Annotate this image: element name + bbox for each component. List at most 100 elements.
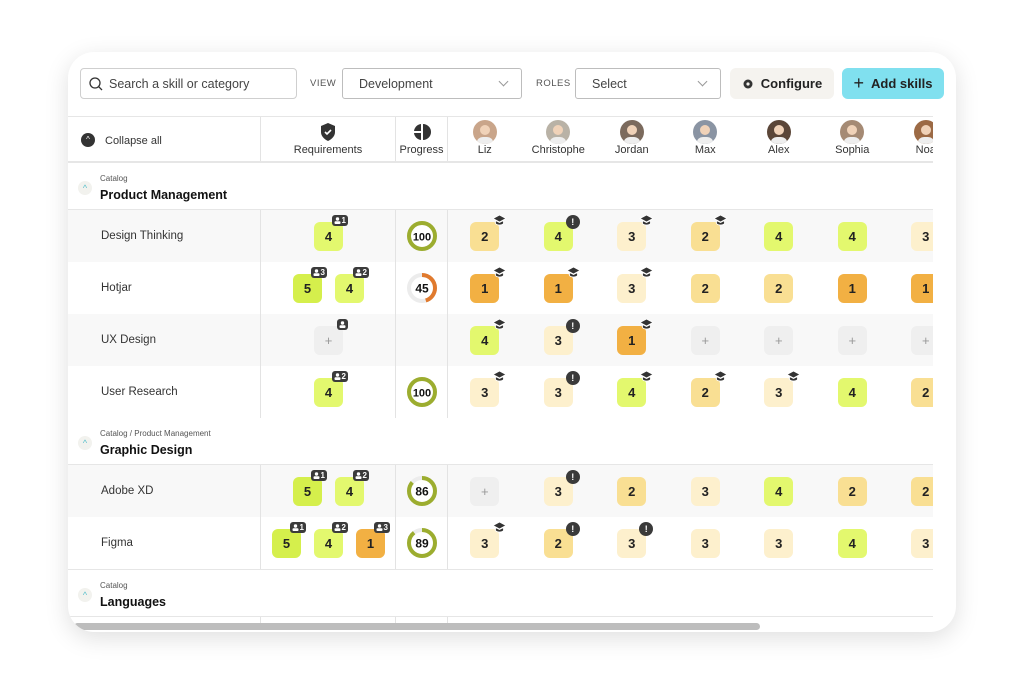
horizontal-scrollbar[interactable]: [74, 623, 760, 630]
add-level-button[interactable]: +: [690, 326, 720, 355]
skill-level[interactable]: 1: [470, 266, 508, 303]
skill-level[interactable]: 2: [690, 214, 728, 251]
skill-level[interactable]: 3: [470, 521, 508, 558]
skill-level[interactable]: 3: [764, 529, 794, 558]
category-group-header: ^ Catalog Product Management: [68, 163, 933, 210]
add-level-button[interactable]: +: [837, 326, 867, 355]
person-column-header[interactable]: Jordan: [595, 117, 669, 161]
skill-level[interactable]: 2: [764, 274, 794, 303]
skill-level[interactable]: 3: [690, 477, 720, 506]
skill-level[interactable]: 3: [764, 370, 802, 407]
skill-level[interactable]: 3: [470, 370, 508, 407]
category-group-header: ^ Catalog / Product Management Graphic Des…: [68, 418, 933, 465]
add-level-button[interactable]: +: [470, 477, 500, 506]
skills-table: ^ Collapse all Requirements Progress Liz…: [68, 116, 933, 626]
view-value: Development: [359, 76, 433, 91]
graduation-cap-icon: [492, 521, 508, 537]
add-skills-button[interactable]: + Add skills: [842, 68, 944, 99]
skill-level[interactable]: 2: [470, 214, 508, 251]
person-icon: [339, 321, 346, 328]
alert-icon: !: [565, 522, 580, 536]
chevron-down-icon: [697, 76, 708, 87]
add-level-button[interactable]: +: [764, 326, 794, 355]
skill-level[interactable]: 42: [314, 371, 348, 407]
skill-level[interactable]: 42: [335, 267, 369, 303]
skill-level[interactable]: 1: [911, 274, 933, 303]
skill-level[interactable]: 1: [617, 318, 655, 355]
graduation-cap-icon: [712, 370, 728, 386]
skill-level[interactable]: 3: [690, 529, 720, 558]
skill-level[interactable]: 3: [911, 529, 933, 558]
skill-level[interactable]: 51: [293, 470, 327, 506]
skill-level[interactable]: 3!: [617, 522, 654, 558]
skill-level[interactable]: 3: [911, 222, 933, 251]
add-level-button[interactable]: +: [911, 326, 933, 355]
skill-level[interactable]: 2: [911, 378, 933, 407]
person-name: Alex: [768, 144, 790, 156]
person-column-header[interactable]: Sophia: [816, 117, 890, 161]
person-column-header[interactable]: Christophe: [522, 117, 596, 161]
person-icon: [292, 524, 299, 531]
add-skills-label: Add skills: [871, 76, 933, 91]
skill-level[interactable]: 42: [314, 522, 348, 558]
skill-level[interactable]: 4: [617, 370, 655, 407]
skill-level[interactable]: 3!: [543, 470, 580, 506]
skill-level[interactable]: 3!: [543, 319, 580, 355]
collapse-group-toggle[interactable]: ^: [78, 181, 92, 195]
level-value: 1: [922, 281, 930, 296]
level-value: 3: [554, 333, 562, 348]
graduation-cap-icon: [712, 214, 728, 230]
configure-button[interactable]: Configure: [730, 68, 834, 99]
person-column-header[interactable]: Noa: [889, 117, 933, 161]
roles-dropdown[interactable]: Select: [575, 68, 721, 99]
level-value: 3: [775, 385, 783, 400]
skill-level[interactable]: 1: [543, 266, 581, 303]
collapse-all-button[interactable]: ^ Collapse all: [68, 117, 261, 161]
skill-level[interactable]: 3: [617, 214, 655, 251]
person-column-header[interactable]: Max: [669, 117, 743, 161]
skill-level[interactable]: 42: [335, 470, 369, 506]
level-value: 3: [554, 385, 562, 400]
add-level-button[interactable]: +: [314, 319, 348, 355]
collapse-group-toggle[interactable]: ^: [78, 588, 92, 602]
search-input[interactable]: Search a skill or category: [80, 68, 297, 99]
level-value: +: [324, 333, 333, 348]
skill-level[interactable]: 53: [293, 267, 327, 303]
skill-level[interactable]: 4: [470, 318, 508, 355]
level-value: 1: [366, 536, 375, 551]
progress-value: 100: [413, 388, 431, 400]
skill-level[interactable]: 2: [837, 477, 867, 506]
level-value: 1: [848, 281, 856, 296]
skill-level[interactable]: 51: [272, 522, 306, 558]
person-column-header[interactable]: Alex: [742, 117, 816, 161]
avatar: [840, 120, 865, 144]
skill-level[interactable]: 1: [837, 274, 867, 303]
skill-level[interactable]: 13: [356, 522, 390, 558]
collapse-group-toggle[interactable]: ^: [78, 436, 92, 450]
skill-level[interactable]: 3!: [543, 371, 580, 407]
skill-name: Design Thinking: [101, 230, 184, 242]
required-people-badge: 2: [331, 522, 348, 533]
category-title: Product Management: [100, 188, 228, 202]
skill-level[interactable]: 4!: [543, 215, 580, 251]
view-dropdown[interactable]: Development: [342, 68, 522, 99]
level-value: 2: [848, 484, 856, 499]
skill-level[interactable]: 3: [617, 266, 655, 303]
skill-level[interactable]: 2: [617, 477, 647, 506]
level-value: 2: [922, 484, 930, 499]
skill-level[interactable]: 2!: [543, 522, 580, 558]
progress-value: 89: [415, 537, 429, 551]
person-column-header[interactable]: Liz: [448, 117, 522, 161]
avatar: [913, 120, 933, 144]
level-value: 3: [628, 229, 636, 244]
skill-level[interactable]: 2: [690, 274, 720, 303]
skill-level[interactable]: 4: [764, 477, 794, 506]
skill-level[interactable]: 2: [690, 370, 728, 407]
skill-level[interactable]: 4: [837, 378, 867, 407]
skill-level[interactable]: 4: [764, 222, 794, 251]
skill-level[interactable]: 2: [911, 477, 933, 506]
skill-level[interactable]: 4: [837, 222, 867, 251]
skill-level[interactable]: 41: [314, 215, 348, 251]
skill-level[interactable]: 4: [837, 529, 867, 558]
requirements-column-header: Requirements: [261, 117, 396, 161]
